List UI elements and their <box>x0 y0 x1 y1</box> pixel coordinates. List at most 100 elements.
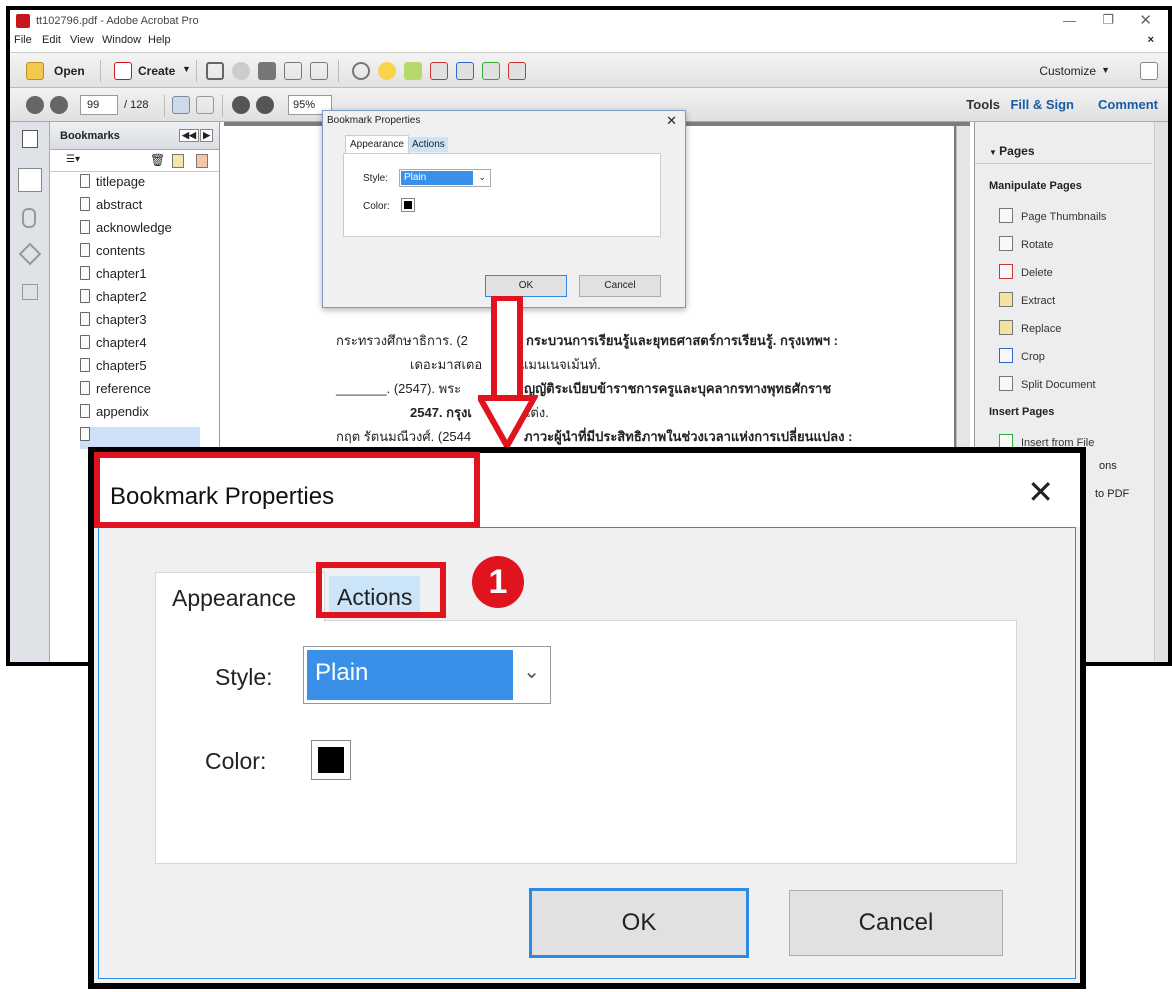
create-button[interactable]: Create <box>138 64 175 78</box>
comment-bubble-icon[interactable] <box>378 62 396 80</box>
style-select[interactable]: Plain ⌄ <box>303 646 551 704</box>
minimize-icon[interactable]: — <box>1063 13 1076 28</box>
bookmark-item[interactable]: reference <box>80 381 151 403</box>
style-label-small: Style: <box>363 173 389 184</box>
partial-item[interactable]: to PDF <box>1095 488 1129 500</box>
customize-button[interactable]: Customize <box>1039 64 1096 78</box>
bookmark-item[interactable]: acknowledge <box>80 220 172 242</box>
bookmark-icon <box>80 312 90 326</box>
bookmarks-toolbar: ☰▾ 🗑 <box>50 150 219 172</box>
bookmark-item[interactable]: chapter1 <box>80 266 147 288</box>
insert-page-icon[interactable] <box>482 62 500 80</box>
crop-icon <box>999 348 1013 363</box>
bookmark-item[interactable]: chapter2 <box>80 289 147 311</box>
fill-sign-tab[interactable]: Fill & Sign <box>1010 97 1074 112</box>
email-icon[interactable] <box>310 62 328 80</box>
crop-tool[interactable]: Crop <box>999 348 1045 363</box>
delete-bookmark-icon[interactable]: 🗑 <box>150 153 165 167</box>
attachment-icon[interactable] <box>22 208 36 228</box>
menu-view[interactable]: View <box>70 34 94 46</box>
create-pdf-icon[interactable] <box>114 62 132 80</box>
folder-icon[interactable] <box>26 62 44 80</box>
restore-icon[interactable]: ❐ <box>1102 12 1114 28</box>
zoom-in-icon[interactable] <box>256 96 274 114</box>
bookmark-icon <box>80 358 90 372</box>
expand-bookmark-icon[interactable] <box>196 154 208 168</box>
settings-icon[interactable] <box>352 62 370 80</box>
color-swatch-small[interactable] <box>401 198 415 212</box>
split-document-tool[interactable]: Split Document <box>999 376 1096 391</box>
close-doc-icon[interactable]: × <box>1148 34 1154 46</box>
bookmark-item[interactable]: chapter3 <box>80 312 147 334</box>
expand-icon[interactable] <box>1140 62 1158 80</box>
bookmark-item[interactable]: titlepage <box>80 174 145 196</box>
dialog-close-icon[interactable]: ✕ <box>1027 473 1054 511</box>
layers-icon[interactable] <box>18 242 42 266</box>
dialog-body: Appearance Actions Style: Plain ⌄ Color:… <box>98 527 1076 979</box>
page-number-input[interactable]: 99 <box>80 95 118 115</box>
replace-icon <box>999 320 1013 335</box>
panel-options-icon[interactable]: ▶ <box>200 129 213 142</box>
ok-button[interactable]: OK <box>529 888 749 958</box>
partial-item[interactable]: ons <box>1099 460 1117 472</box>
cancel-button-small[interactable]: Cancel <box>579 275 661 297</box>
main-toolbar: Open Create ▼ Customize ▼ <box>10 52 1168 88</box>
bookmark-icon <box>80 266 90 280</box>
bookmark-icon <box>80 220 90 234</box>
style-select-small[interactable]: Plain ⌄ <box>399 169 491 187</box>
bookmark-item[interactable]: chapter4 <box>80 335 147 357</box>
ok-button-small[interactable]: OK <box>485 275 567 297</box>
zoom-out-icon[interactable] <box>232 96 250 114</box>
extract-tool[interactable]: Extract <box>999 292 1055 307</box>
signature-icon[interactable] <box>22 284 38 300</box>
highlight-icon[interactable] <box>404 62 422 80</box>
bookmark-item[interactable]: chapter5 <box>80 358 147 380</box>
new-bookmark-icon[interactable] <box>172 154 184 168</box>
hand-tool-icon[interactable] <box>196 96 214 114</box>
bookmark-item-selected[interactable] <box>80 427 200 449</box>
tab-appearance[interactable]: Appearance <box>155 572 325 622</box>
dialog-close-icon[interactable]: ✕ <box>666 113 677 129</box>
page-thumbnails-tool[interactable]: Page Thumbnails <box>999 208 1106 223</box>
delete-tool[interactable]: Delete <box>999 264 1053 279</box>
tools-tab[interactable]: Tools <box>966 97 1000 112</box>
menu-edit[interactable]: Edit <box>42 34 61 46</box>
options-menu-icon[interactable]: ☰▾ <box>66 154 80 165</box>
create-dropdown-icon[interactable]: ▼ <box>182 64 191 74</box>
save-icon[interactable] <box>206 62 224 80</box>
customize-dropdown-icon[interactable]: ▼ <box>1101 65 1110 75</box>
next-page-icon[interactable] <box>50 96 68 114</box>
comment-tab[interactable]: Comment <box>1098 97 1158 112</box>
cloud-upload-icon[interactable] <box>232 62 250 80</box>
style-label: Style: <box>215 664 273 690</box>
replace-tool[interactable]: Replace <box>999 320 1061 335</box>
bookmark-item[interactable]: abstract <box>80 197 142 219</box>
prev-page-icon[interactable] <box>26 96 44 114</box>
page-thumbnails-icon[interactable] <box>22 130 38 148</box>
open-button[interactable]: Open <box>54 64 85 78</box>
delete-page-icon[interactable] <box>430 62 448 80</box>
rotate-page-icon[interactable] <box>456 62 474 80</box>
pane-scrollbar[interactable] <box>1154 122 1168 662</box>
pages-section-header[interactable]: ▼ Pages <box>975 138 1152 164</box>
collapse-panel-icon[interactable]: ◀◀ <box>179 129 199 142</box>
color-swatch[interactable] <box>311 740 351 780</box>
close-icon[interactable]: ✕ <box>1139 11 1152 29</box>
bookmark-item[interactable]: appendix <box>80 404 149 426</box>
select-tool-icon[interactable] <box>172 96 190 114</box>
rotate-icon <box>999 236 1013 251</box>
rotate-tool[interactable]: Rotate <box>999 236 1053 251</box>
form-icon[interactable] <box>508 62 526 80</box>
cancel-button[interactable]: Cancel <box>789 890 1003 956</box>
expand-arrow-icon: ▼ <box>989 148 1000 157</box>
tab-appearance-small[interactable]: Appearance <box>345 135 409 153</box>
tab-actions-small[interactable]: Actions <box>409 137 448 152</box>
menu-window[interactable]: Window <box>102 34 141 46</box>
menu-file[interactable]: File <box>14 34 32 46</box>
bookmark-item[interactable]: contents <box>80 243 145 265</box>
print-icon[interactable] <box>258 62 276 80</box>
edit-icon[interactable] <box>284 62 302 80</box>
menu-help[interactable]: Help <box>148 34 171 46</box>
bookmark-properties-dialog-small: Bookmark Properties ✕ Appearance Actions… <box>322 110 686 308</box>
bookmark-panel-icon[interactable] <box>18 168 42 192</box>
